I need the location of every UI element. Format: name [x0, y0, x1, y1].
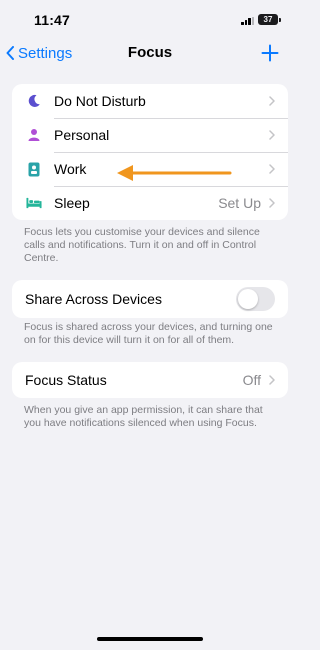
share-across-devices-description: Focus is shared across your devices, and… — [24, 321, 273, 346]
focus-modes-list: Do Not Disturb Personal Work Sleep Set U… — [12, 84, 288, 220]
bed-icon — [26, 195, 42, 211]
chevron-right-icon — [269, 198, 275, 208]
focus-status-row[interactable]: Focus Status Off — [12, 362, 288, 398]
sleep-setup-value: Set Up — [218, 195, 261, 211]
focus-mode-label: Work — [54, 161, 87, 177]
chevron-right-icon — [269, 375, 275, 385]
focus-status-description: When you give an app permission, it can … — [24, 404, 263, 429]
focus-description: Focus lets you customise your devices an… — [24, 226, 260, 264]
battery-icon: 37 — [258, 14, 278, 25]
share-across-devices-toggle[interactable] — [236, 287, 275, 311]
battery-nub — [279, 17, 281, 22]
share-across-devices-group: Share Across Devices — [12, 280, 288, 318]
status-bar: 11:47 37 — [0, 0, 300, 40]
id-badge-icon — [26, 161, 42, 177]
focus-status-label: Focus Status — [25, 372, 107, 388]
status-time: 11:47 — [34, 12, 71, 28]
chevron-right-icon — [269, 164, 275, 174]
focus-status-group: Focus Status Off — [12, 362, 288, 398]
moon-icon — [26, 93, 42, 109]
share-across-devices-label: Share Across Devices — [25, 291, 162, 307]
focus-mode-label: Do Not Disturb — [54, 93, 146, 109]
focus-mode-do-not-disturb[interactable]: Do Not Disturb — [12, 84, 288, 118]
chevron-right-icon — [269, 96, 275, 106]
annotation-arrow-icon — [117, 165, 232, 181]
person-icon — [26, 127, 42, 143]
share-across-devices-row: Share Across Devices — [12, 280, 288, 318]
add-focus-button[interactable] — [261, 44, 279, 62]
focus-mode-personal[interactable]: Personal — [12, 118, 288, 152]
page-title: Focus — [127, 44, 173, 61]
battery-level: 37 — [263, 15, 273, 24]
focus-mode-sleep[interactable]: Sleep Set Up — [12, 186, 288, 220]
chevron-right-icon — [269, 130, 275, 140]
toggle-knob — [238, 289, 258, 309]
focus-mode-label: Personal — [54, 127, 110, 143]
focus-status-value: Off — [242, 372, 261, 388]
cellular-signal-icon — [241, 17, 255, 25]
focus-mode-label: Sleep — [54, 195, 90, 211]
home-indicator[interactable] — [97, 637, 203, 641]
